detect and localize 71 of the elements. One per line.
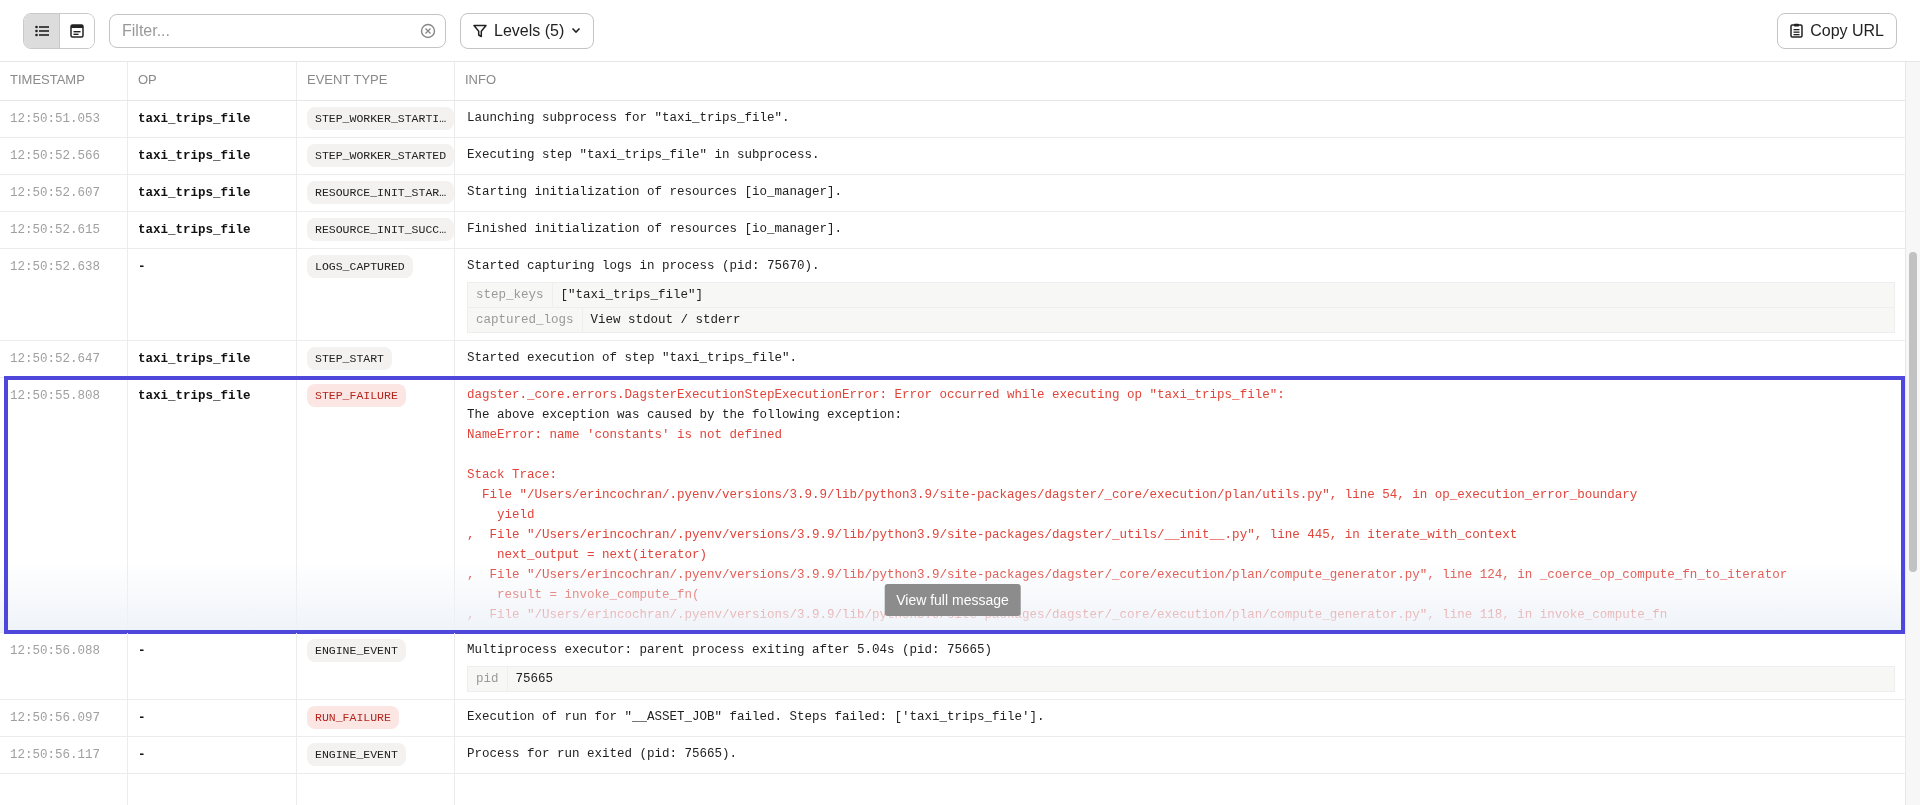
timestamp-cell: 12:50:52.647: [10, 352, 100, 366]
message-line: NameError: name 'constants' is not defined: [467, 427, 783, 444]
message-line: result = invoke_compute_fn(: [496, 587, 700, 604]
message-line: , File "/Users/erincochran/.pyenv/versions/3.9.9/lib/python3.9/site-packages/dagster/_utils/__init__.py", line 445, in iterate_with_context: [467, 527, 1518, 544]
message-line: Started execution of step "taxi_trips_file".: [467, 350, 798, 367]
op-cell: -: [138, 748, 146, 762]
metadata-key: step_keys: [476, 288, 544, 302]
timestamp-cell: 12:50:56.097: [10, 711, 100, 725]
copy-url-button[interactable]: Copy URL: [1777, 12, 1897, 49]
view-toggle-button[interactable]: [59, 13, 94, 48]
op-cell: taxi_trips_file: [138, 389, 251, 403]
event-type-tag: STEP_WORKER_STARTED: [307, 144, 455, 167]
timestamp-cell: 12:50:55.808: [10, 389, 100, 403]
event-type-tag: ENGINE_EVENT: [307, 639, 406, 662]
column-header: EVENT TYPE: [307, 72, 388, 87]
timestamp-cell: 12:50:56.088: [10, 644, 100, 658]
scrollbar[interactable]: [1905, 62, 1920, 805]
message-line: File "/Users/erincochran/.pyenv/versions/3.9.9/lib/python3.9/site-packages/dagster/_core/execution/plan/utils.py", line 54, in op_execution_error_boundary: [481, 487, 1638, 504]
op-cell: -: [138, 644, 146, 658]
message-line: The above exception was caused by the following exception:: [467, 407, 903, 424]
message-line: Started capturing logs in process (pid: 75670).: [467, 258, 820, 275]
timestamp-cell: 12:50:52.566: [10, 149, 100, 163]
op-cell: taxi_trips_file: [138, 223, 251, 237]
message-line: Process for run exited (pid: 75665).: [467, 746, 738, 763]
message-line: Finished initialization of resources [io_manager].: [467, 221, 843, 238]
op-cell: taxi_trips_file: [138, 186, 251, 200]
metadata-key: captured_logs: [476, 313, 574, 327]
op-cell: taxi_trips_file: [138, 352, 251, 366]
timestamp-cell: 12:50:56.117: [10, 748, 100, 762]
message-line: next_output = next(iterator): [496, 547, 708, 564]
event-type-tag: ENGINE_EVENT: [307, 743, 406, 766]
event-type-tag: LOGS_CAPTURED: [307, 255, 413, 278]
op-cell: -: [138, 260, 146, 274]
chevron-down-icon: [571, 27, 582, 34]
event-type-tag: RESOURCE_INIT_STAR…: [307, 181, 455, 204]
levels-dropdown[interactable]: Levels (5): [460, 12, 595, 49]
message-line: Launching subprocess for "taxi_trips_file".: [467, 110, 790, 127]
clear-icon: [420, 22, 436, 39]
panel-icon: [70, 23, 84, 38]
message-line: Execution of run for "__ASSET_JOB" failed. Steps failed: ['taxi_trips_file'].: [467, 709, 1045, 726]
event-type-tag: RUN_FAILURE: [307, 706, 399, 729]
event-type-tag: STEP_START: [307, 347, 392, 370]
metadata-key: pid: [476, 672, 499, 686]
timestamp-cell: 12:50:52.615: [10, 223, 100, 237]
message-line: yield: [496, 507, 535, 524]
event-type-tag: STEP_FAILURE: [307, 384, 406, 407]
filter-field[interactable]: Filter...: [109, 13, 446, 48]
metadata-value: 75665: [515, 672, 554, 686]
column-header: OP: [138, 72, 157, 87]
clipboard-icon: [1790, 23, 1804, 38]
metadata-value: View stdout / stderr: [590, 313, 741, 327]
message-line: Stack Trace:: [467, 467, 557, 484]
column-header: TIMESTAMP: [10, 72, 85, 87]
metadata-value: ["taxi_trips_file"]: [560, 288, 704, 302]
view-toggle-button[interactable]: [24, 13, 59, 48]
op-cell: taxi_trips_file: [138, 112, 251, 126]
filter-icon: [473, 23, 487, 38]
timestamp-cell: 12:50:52.638: [10, 260, 100, 274]
timestamp-cell: 12:50:52.607: [10, 186, 100, 200]
message-line: Starting initialization of resources [io_manager].: [467, 184, 843, 201]
op-cell: taxi_trips_file: [138, 149, 251, 163]
message-line: Executing step "taxi_trips_file" in subprocess.: [467, 147, 820, 164]
message-line: Multiprocess executor: parent process exiting after 5.04s (pid: 75665): [467, 642, 993, 659]
message-line: , File "/Users/erincochran/.pyenv/versions/3.9.9/lib/python3.9/site-packages/dagster/_core/execution/plan/compute_generator.py", line 124, in _coerce_op_compute_fn_to_iterator: [467, 567, 1788, 584]
op-cell: -: [138, 711, 146, 725]
event-type-tag: STEP_WORKER_STARTI…: [307, 107, 455, 130]
event-type-tag: RESOURCE_INIT_SUCC…: [307, 218, 455, 241]
list-icon: [34, 24, 49, 37]
message-line: dagster._core.errors.DagsterExecutionStepExecutionError: Error occurred while executing op "taxi_trips_file":: [467, 387, 1285, 404]
timestamp-cell: 12:50:51.053: [10, 112, 100, 126]
column-header: INFO: [465, 72, 497, 87]
